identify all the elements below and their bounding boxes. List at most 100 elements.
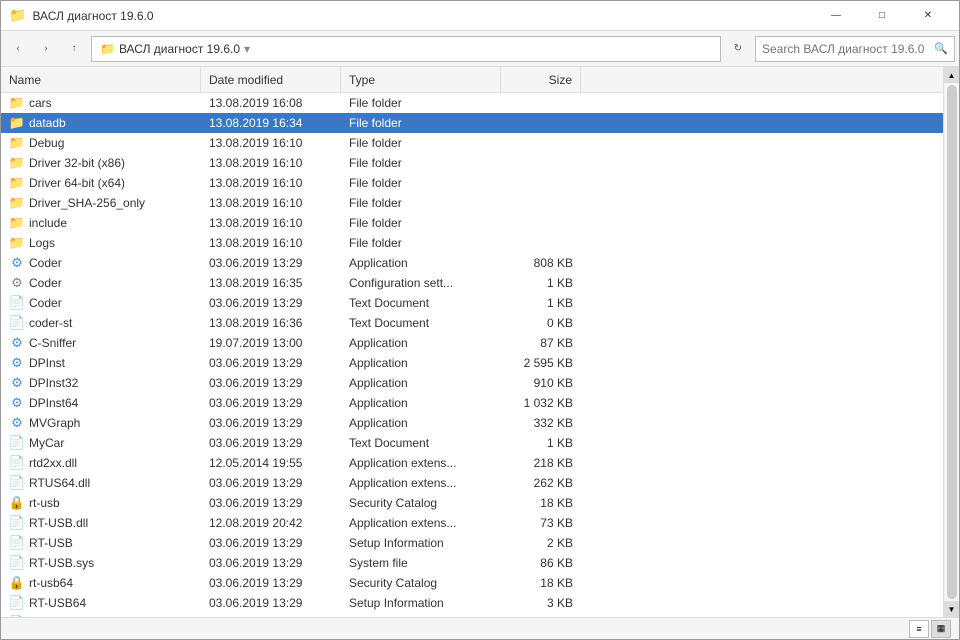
file-name-text: rt-usb [29,496,60,510]
table-row[interactable]: 🔒 rt-usb 03.06.2019 13:29 Security Catal… [1,493,943,513]
cell-name: 📁 datadb [1,113,201,133]
folder-icon: 📁 [9,235,25,251]
cell-date: 13.08.2019 16:10 [201,193,341,213]
table-row[interactable]: ⚙ MVGraph 03.06.2019 13:29 Application 3… [1,413,943,433]
cell-name: ⚙ MVGraph [1,413,201,433]
table-row[interactable]: 📄 RT-USB.dll 12.08.2019 20:42 Applicatio… [1,513,943,533]
table-row[interactable]: ⚙ DPInst 03.06.2019 13:29 Application 2 … [1,353,943,373]
dll-icon: 📄 [9,475,25,491]
file-name-text: Coder [29,256,62,270]
cell-date: 03.06.2019 13:29 [201,433,341,453]
cell-type: File folder [341,193,501,213]
list-view-button[interactable]: ≡ [909,620,929,638]
cell-name: 🔒 rt-usb [1,493,201,513]
cell-size: 1 KB [501,293,581,313]
minimize-button[interactable]: — [813,1,859,31]
scroll-up-button[interactable]: ▲ [944,67,960,83]
cell-type: File folder [341,173,501,193]
table-row[interactable]: 📁 include 13.08.2019 16:10 File folder [1,213,943,233]
table-row[interactable]: 📄 RT-USB64 03.06.2019 13:29 Setup Inform… [1,593,943,613]
cell-name: 🔒 rt-usb64 [1,573,201,593]
file-name-text: MVGraph [29,416,80,430]
file-list-container[interactable]: Name Date modified Type Size 📁 cars 13.0… [1,67,943,617]
table-row[interactable]: 📁 Debug 13.08.2019 16:10 File folder [1,133,943,153]
up-button[interactable]: ↑ [61,36,87,62]
cell-size [501,213,581,233]
table-row[interactable]: 📄 RT-USB 03.06.2019 13:29 Setup Informat… [1,533,943,553]
search-box[interactable]: 🔍 [755,36,955,62]
table-row[interactable]: 📁 Driver 64-bit (x64) 13.08.2019 16:10 F… [1,173,943,193]
table-row[interactable]: ⚙ Coder 03.06.2019 13:29 Application 808… [1,253,943,273]
file-name-text: rt-usb64 [29,576,73,590]
forward-button[interactable]: › [33,36,59,62]
scroll-thumb[interactable] [947,85,957,599]
cell-type: Security Catalog [341,573,501,593]
cell-type: Application [341,373,501,393]
cell-date: 13.08.2019 16:34 [201,113,341,133]
table-row[interactable]: 📄 MyCar 03.06.2019 13:29 Text Document 1… [1,433,943,453]
address-path[interactable]: 📁 ВАСЛ диагност 19.6.0 ▾ [91,36,721,62]
table-row[interactable]: 📁 Driver 32-bit (x86) 13.08.2019 16:10 F… [1,153,943,173]
cell-size [501,113,581,133]
scroll-down-button[interactable]: ▼ [944,601,960,617]
exe-icon: ⚙ [9,415,25,431]
cat-icon: 🔒 [9,495,25,511]
cell-type: File folder [341,93,501,113]
back-button[interactable]: ‹ [5,36,31,62]
file-name-text: Coder [29,276,62,290]
cell-type: Security Catalog [341,493,501,513]
cell-name: 📁 Driver_SHA-256_only [1,193,201,213]
table-row[interactable]: ⚙ Coder 13.08.2019 16:35 Configuration s… [1,273,943,293]
exe-icon: ⚙ [9,395,25,411]
table-row[interactable]: 📁 Driver_SHA-256_only 13.08.2019 16:10 F… [1,193,943,213]
main-area: Name Date modified Type Size 📁 cars 13.0… [1,67,959,617]
cell-date: 03.06.2019 13:29 [201,293,341,313]
column-headers: Name Date modified Type Size [1,67,943,93]
file-name-text: Driver 64-bit (x64) [29,176,125,190]
table-row[interactable]: 📄 RT-USB.sys 03.06.2019 13:29 System fil… [1,553,943,573]
cell-date: 13.08.2019 16:10 [201,233,341,253]
detail-view-button[interactable]: ▦ [931,620,951,638]
table-row[interactable]: 📁 cars 13.08.2019 16:08 File folder [1,93,943,113]
cell-size: 18 KB [501,493,581,513]
cell-type: Application [341,353,501,373]
table-row[interactable]: 📁 Logs 13.08.2019 16:10 File folder [1,233,943,253]
col-header-date[interactable]: Date modified [201,67,341,92]
col-header-size[interactable]: Size [501,67,581,92]
col-header-type[interactable]: Type [341,67,501,92]
cell-name: ⚙ DPInst32 [1,373,201,393]
cell-name: 📁 Debug [1,133,201,153]
close-button[interactable]: ✕ [905,1,951,31]
refresh-button[interactable]: ↻ [725,36,751,62]
maximize-button[interactable]: □ [859,1,905,31]
txt-icon: 📄 [9,315,25,331]
file-name-text: coder-st [29,316,72,330]
folder-icon: 📁 [9,115,25,131]
search-input[interactable] [762,42,930,56]
exe-icon: ⚙ [9,375,25,391]
cat-icon: 🔒 [9,575,25,591]
dll-icon: 📄 [9,515,25,531]
cell-date: 03.06.2019 13:29 [201,473,341,493]
table-row[interactable]: ⚙ C-Sniffer 19.07.2019 13:00 Application… [1,333,943,353]
table-row[interactable]: 🔒 rt-usb64 03.06.2019 13:29 Security Cat… [1,573,943,593]
table-row[interactable]: 📄 coder-st 13.08.2019 16:36 Text Documen… [1,313,943,333]
table-row[interactable]: 📄 Coder 03.06.2019 13:29 Text Document 1… [1,293,943,313]
file-name-text: Logs [29,236,55,250]
cell-size [501,173,581,193]
cell-type: Application extens... [341,473,501,493]
folder-icon: 📁 [9,175,25,191]
table-row[interactable]: 📁 datadb 13.08.2019 16:34 File folder [1,113,943,133]
table-row[interactable]: ⚙ DPInst32 03.06.2019 13:29 Application … [1,373,943,393]
table-row[interactable]: 📄 RTUS64.dll 03.06.2019 13:29 Applicatio… [1,473,943,493]
cell-type: Application [341,393,501,413]
table-row[interactable]: 📄 rtd2xx.dll 12.05.2014 19:55 Applicatio… [1,453,943,473]
cell-size: 1 032 KB [501,393,581,413]
scrollbar[interactable]: ▲ ▼ [943,67,959,617]
status-bar: ≡ ▦ [1,617,959,639]
exe-icon: ⚙ [9,355,25,371]
file-name-text: rtd2xx.dll [29,456,77,470]
table-row[interactable]: ⚙ DPInst64 03.06.2019 13:29 Application … [1,393,943,413]
sys-icon: 📄 [9,555,25,571]
col-header-name[interactable]: Name [1,67,201,92]
